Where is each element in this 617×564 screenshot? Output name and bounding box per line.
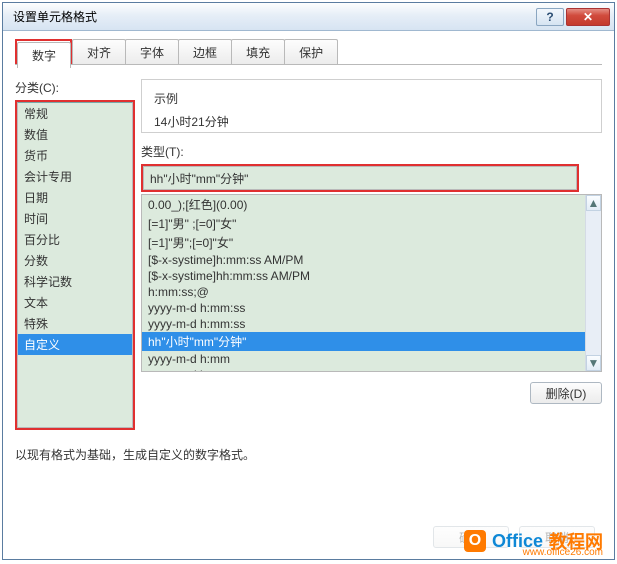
tab-label: 字体 — [140, 44, 164, 61]
type-item[interactable]: [$-x-systime]h:mm:ss AM/PM — [142, 252, 585, 268]
dialog-window: 设置单元格格式 ? ✕ 数字 对齐 字体 边框 填充 保护 分类(C): 常规数… — [2, 2, 615, 560]
tab-label: 边框 — [193, 44, 217, 61]
tab-highlight-box: 数字 — [15, 39, 72, 64]
tab-label: 对齐 — [87, 44, 111, 61]
sample-heading: 示例 — [154, 90, 589, 107]
tab-label: 填充 — [246, 44, 270, 61]
category-item[interactable]: 百分比 — [18, 229, 132, 250]
category-item[interactable]: 分数 — [18, 250, 132, 271]
close-icon: ✕ — [583, 10, 593, 24]
category-item[interactable]: 特殊 — [18, 313, 132, 334]
sample-box: 示例 14小时21分钟 — [141, 79, 602, 133]
tab-label: 保护 — [299, 44, 323, 61]
type-input[interactable] — [143, 166, 577, 190]
sample-value: 14小时21分钟 — [154, 113, 589, 130]
category-label: 分类(C): — [15, 79, 135, 96]
category-item[interactable]: 货币 — [18, 145, 132, 166]
category-item[interactable]: 数值 — [18, 124, 132, 145]
main-row: 分类(C): 常规数值货币会计专用日期时间百分比分数科学记数文本特殊自定义 示例… — [15, 79, 602, 430]
type-item[interactable]: 0.00_);[红色](0.00) — [142, 195, 585, 214]
right-col: 示例 14小时21分钟 类型(T): 0.00_);[红色](0.00)[=1]… — [141, 79, 602, 430]
tab-fill[interactable]: 填充 — [231, 39, 285, 64]
category-list[interactable]: 常规数值货币会计专用日期时间百分比分数科学记数文本特殊自定义 — [17, 102, 133, 428]
type-item[interactable]: h:mm:ss;@ — [142, 284, 585, 300]
type-item[interactable]: yyyy-m-d h:mm:ss — [142, 316, 585, 332]
button-label: 删除(D) — [546, 385, 587, 402]
tab-alignment[interactable]: 对齐 — [72, 39, 126, 64]
type-item[interactable]: hh"小时"mm"分钟" — [142, 332, 585, 351]
type-item[interactable]: [=1]"男";[=0]"女" — [142, 233, 585, 252]
type-item[interactable]: [=1]"男" ;[=0]"女" — [142, 214, 585, 233]
type-label: 类型(T): — [141, 143, 602, 160]
brand-url: www.office26.com — [523, 547, 603, 558]
content: 数字 对齐 字体 边框 填充 保护 分类(C): 常规数值货币会计专用日期时间百… — [3, 31, 614, 471]
titlebar-buttons: ? ✕ — [536, 8, 610, 26]
delete-row: 删除(D) — [141, 382, 602, 404]
category-item[interactable]: 常规 — [18, 103, 132, 124]
category-item[interactable]: 时间 — [18, 208, 132, 229]
type-highlight-box — [141, 164, 579, 192]
tab-label: 数字 — [32, 47, 56, 64]
left-col: 分类(C): 常规数值货币会计专用日期时间百分比分数科学记数文本特殊自定义 — [15, 79, 135, 430]
scroll-up-icon[interactable]: ▲ — [586, 195, 601, 211]
branding: O Office 教程网 www.office26.com — [464, 528, 603, 554]
window-title: 设置单元格格式 — [13, 8, 536, 25]
hint-text: 以现有格式为基础，生成自定义的数字格式。 — [15, 446, 602, 463]
logo-icon: O — [464, 530, 486, 552]
type-item[interactable]: yyyy-m-d h:mm — [142, 351, 585, 367]
type-item[interactable]: yyyy-m-d h:mm — [142, 367, 585, 371]
type-item[interactable]: [$-x-systime]hh:mm:ss AM/PM — [142, 268, 585, 284]
titlebar[interactable]: 设置单元格格式 ? ✕ — [3, 3, 614, 31]
scroll-down-icon[interactable]: ▼ — [586, 355, 601, 371]
category-item[interactable]: 自定义 — [18, 334, 132, 355]
tab-protection[interactable]: 保护 — [284, 39, 338, 64]
type-list[interactable]: 0.00_);[红色](0.00)[=1]"男" ;[=0]"女"[=1]"男"… — [142, 195, 585, 371]
help-button[interactable]: ? — [536, 8, 564, 26]
category-item[interactable]: 会计专用 — [18, 166, 132, 187]
delete-button[interactable]: 删除(D) — [530, 382, 602, 404]
category-item[interactable]: 文本 — [18, 292, 132, 313]
tab-bar: 数字 对齐 字体 边框 填充 保护 — [15, 39, 602, 65]
tab-number[interactable]: 数字 — [17, 42, 71, 68]
category-item[interactable]: 科学记数 — [18, 271, 132, 292]
scroll-track[interactable] — [586, 211, 601, 355]
tab-border[interactable]: 边框 — [178, 39, 232, 64]
tab-font[interactable]: 字体 — [125, 39, 179, 64]
category-item[interactable]: 日期 — [18, 187, 132, 208]
type-list-container: 0.00_);[红色](0.00)[=1]"男" ;[=0]"女"[=1]"男"… — [141, 194, 602, 372]
close-button[interactable]: ✕ — [566, 8, 610, 26]
scrollbar[interactable]: ▲ ▼ — [585, 195, 601, 371]
type-item[interactable]: yyyy-m-d h:mm:ss — [142, 300, 585, 316]
category-highlight-box: 常规数值货币会计专用日期时间百分比分数科学记数文本特殊自定义 — [15, 100, 135, 430]
